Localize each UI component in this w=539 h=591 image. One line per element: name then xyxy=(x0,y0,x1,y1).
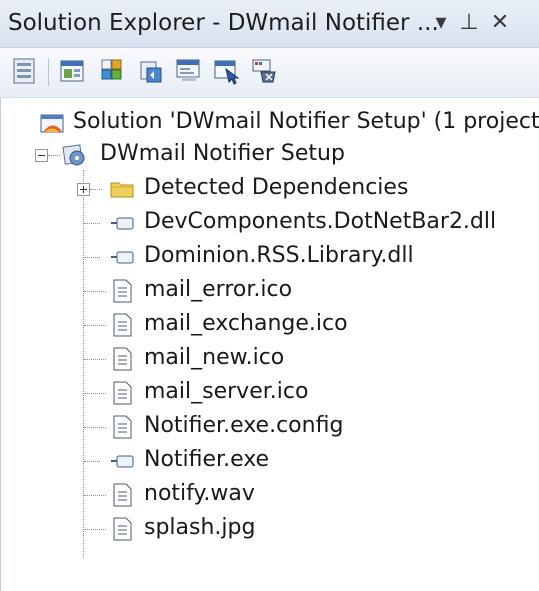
tree-node-label: DevComponents.DotNetBar2.dll xyxy=(144,209,497,234)
properties-button[interactable] xyxy=(10,56,40,86)
file-types-editor-button[interactable] xyxy=(136,56,166,86)
file-icon xyxy=(113,313,132,337)
custom-actions-editor-icon xyxy=(214,60,240,85)
close-icon[interactable]: ✕ xyxy=(486,8,514,38)
assembly-icon xyxy=(111,217,134,230)
tree-node-item[interactable]: Detected Dependencies xyxy=(1,172,539,206)
folder-icon xyxy=(110,182,134,198)
tree-node-item[interactable]: mail_new.ico xyxy=(1,342,539,376)
tree-node-label: mail_exchange.ico xyxy=(144,311,348,336)
setup-project-icon xyxy=(62,144,85,166)
file-system-editor-button[interactable] xyxy=(58,56,88,86)
file-icon xyxy=(113,415,132,439)
registry-editor-icon xyxy=(101,59,122,80)
auto-hide-pin-icon[interactable]: ⊥ xyxy=(455,8,483,38)
tree-node-label: mail_new.ico xyxy=(144,345,285,370)
tree-node-label: mail_error.ico xyxy=(144,277,293,302)
tree-node-item[interactable]: mail_server.ico xyxy=(1,376,539,410)
tree-node-label: splash.jpg xyxy=(144,515,256,540)
file-icon xyxy=(113,483,132,507)
tree-node-solution[interactable]: Solution 'DWmail Notifier Setup' (1 proj… xyxy=(1,106,539,140)
tree-node-label: mail_server.ico xyxy=(144,379,309,404)
tree-node-label: Dominion.RSS.Library.dll xyxy=(144,243,414,268)
toolbar-separator xyxy=(48,58,49,86)
user-interface-editor-button[interactable] xyxy=(174,56,204,86)
registry-editor-button[interactable] xyxy=(98,56,128,86)
tree-node-item[interactable]: Dominion.RSS.Library.dll xyxy=(1,240,539,274)
solution-tree: Solution 'DWmail Notifier Setup' (1 proj… xyxy=(0,98,539,591)
properties-icon xyxy=(13,58,35,84)
launch-conditions-editor-icon xyxy=(252,59,276,83)
tree-node-item[interactable]: mail_error.ico xyxy=(1,274,539,308)
file-icon xyxy=(113,279,132,303)
tree-node-project[interactable]: DWmail Notifier Setup xyxy=(1,138,539,172)
assembly-icon xyxy=(111,251,134,264)
tree-node-label: DWmail Notifier Setup xyxy=(100,141,345,166)
tree-node-item[interactable]: DevComponents.DotNetBar2.dll xyxy=(1,206,539,240)
file-icon xyxy=(113,517,132,541)
assembly-icon xyxy=(111,455,134,468)
user-interface-editor-icon xyxy=(176,59,200,81)
window-position-dropdown-icon[interactable]: ▾ xyxy=(427,8,455,38)
tree-node-item[interactable]: Notifier.exe.config xyxy=(1,410,539,444)
file-icon xyxy=(113,381,132,405)
file-types-editor-icon xyxy=(140,61,162,83)
tree-node-item[interactable]: splash.jpg xyxy=(1,512,539,546)
solution-explorer-titlebar: Solution Explorer - DWmail Notifier ... … xyxy=(0,0,539,48)
file-icon xyxy=(113,347,132,371)
file-system-editor-icon xyxy=(60,60,84,82)
tree-node-label: Notifier.exe xyxy=(144,447,270,472)
solution-icon xyxy=(40,114,64,133)
launch-conditions-editor-button[interactable] xyxy=(250,56,280,86)
tree-node-label: Notifier.exe.config xyxy=(144,413,344,438)
tree-node-item[interactable]: Notifier.exe xyxy=(1,444,539,478)
tree-node-label: Solution 'DWmail Notifier Setup' (1 proj… xyxy=(73,109,539,134)
panel-title: Solution Explorer - DWmail Notifier ... xyxy=(8,10,439,36)
solution-explorer-toolbar xyxy=(0,48,539,98)
tree-node-item[interactable]: notify.wav xyxy=(1,478,539,512)
tree-node-label: Detected Dependencies xyxy=(144,175,409,200)
tree-node-label: notify.wav xyxy=(144,481,255,506)
tree-node-item[interactable]: mail_exchange.ico xyxy=(1,308,539,342)
custom-actions-editor-button[interactable] xyxy=(212,56,242,86)
